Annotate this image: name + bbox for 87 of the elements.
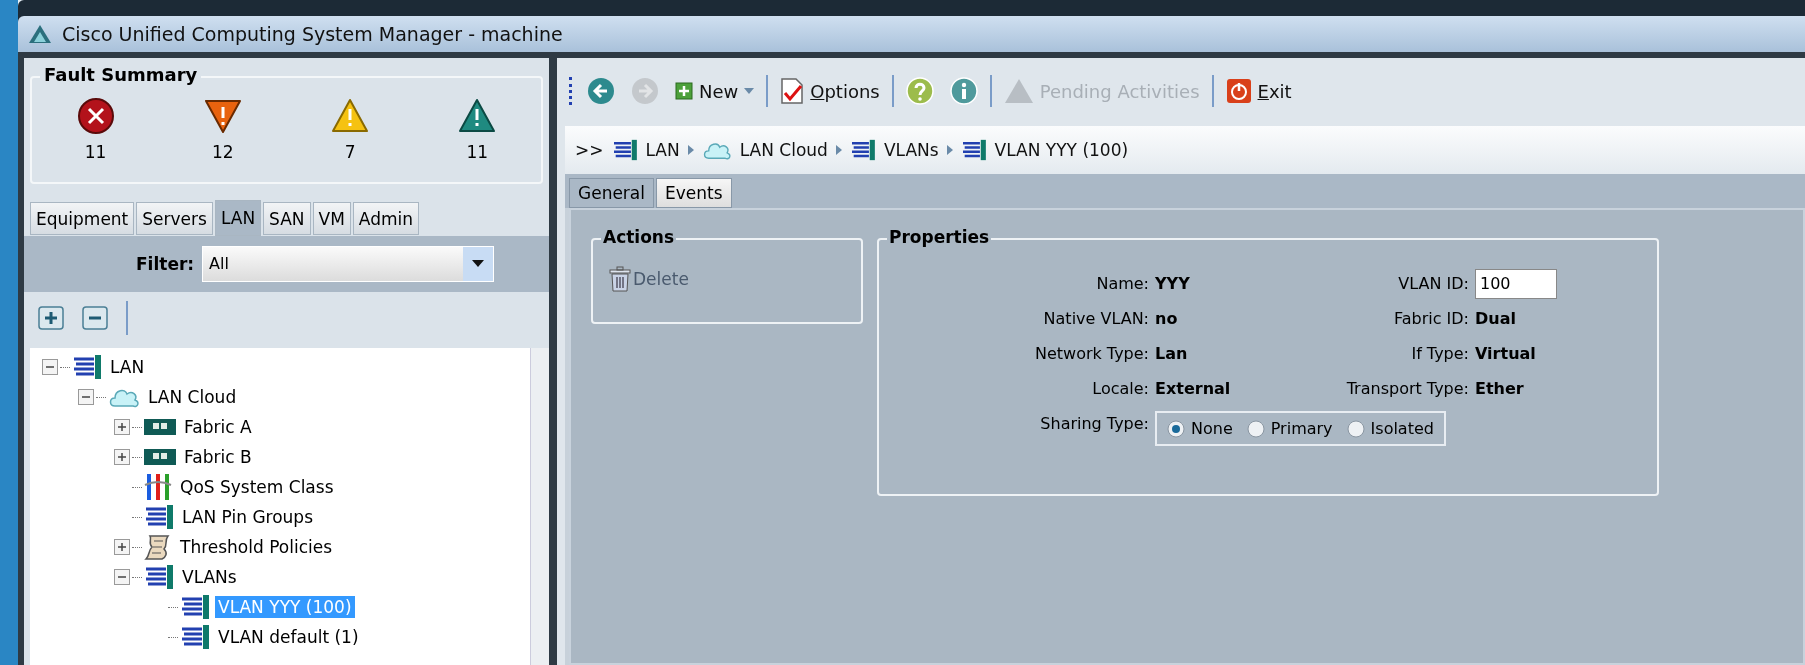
list-icon bbox=[144, 564, 174, 590]
property-value: Virtual bbox=[1475, 344, 1536, 363]
chevron-icon bbox=[835, 145, 842, 155]
exit-button[interactable]: Exit bbox=[1221, 76, 1296, 106]
network-card-icon bbox=[144, 418, 176, 436]
expand-toggle-icon[interactable] bbox=[114, 419, 130, 435]
chevron-icon bbox=[946, 145, 953, 155]
network-card-icon bbox=[144, 448, 176, 466]
trash-icon bbox=[609, 266, 631, 292]
critical-fault-icon[interactable] bbox=[75, 96, 116, 136]
expand-toggle-icon[interactable] bbox=[114, 569, 130, 585]
fault-count: 7 bbox=[344, 142, 356, 162]
breadcrumb-link[interactable]: LAN Cloud bbox=[739, 140, 828, 160]
property-value: Ether bbox=[1475, 379, 1524, 398]
breadcrumb-link[interactable]: LAN bbox=[645, 140, 680, 160]
fault-count: 11 bbox=[466, 142, 489, 162]
property-label: If Type: bbox=[1410, 344, 1469, 363]
content-tab[interactable]: General bbox=[569, 178, 654, 208]
checked-document-icon bbox=[780, 78, 805, 104]
list-icon bbox=[144, 504, 174, 530]
property-label: Network Type: bbox=[1033, 344, 1149, 363]
plus-icon bbox=[675, 82, 693, 100]
property-label: Locale: bbox=[1091, 379, 1149, 398]
property-value: no bbox=[1155, 309, 1178, 328]
triangle-icon bbox=[1003, 77, 1034, 105]
list-icon bbox=[849, 139, 876, 161]
breadcrumb-prefix: >> bbox=[575, 140, 604, 160]
window-title: Cisco Unified Computing System Manager - machine bbox=[62, 23, 563, 45]
caret-icon bbox=[744, 88, 755, 94]
tree-item[interactable]: Fabric A bbox=[181, 416, 255, 438]
content-tab[interactable]: Events bbox=[656, 178, 732, 208]
scroll-bar[interactable] bbox=[530, 348, 549, 665]
expand-toggle-icon[interactable] bbox=[78, 389, 94, 405]
tree-item[interactable]: LAN Cloud bbox=[145, 386, 240, 408]
fault-summary-title: Fault Summary bbox=[40, 64, 202, 85]
tree-item[interactable]: VLAN default (1) bbox=[215, 626, 362, 648]
nav-tab[interactable]: Admin bbox=[352, 202, 420, 235]
property-label: Transport Type: bbox=[1345, 379, 1469, 398]
nav-tab[interactable]: LAN bbox=[214, 200, 262, 236]
property-label: Native VLAN: bbox=[1042, 309, 1149, 328]
tree-item[interactable]: VLANs bbox=[179, 566, 240, 588]
property-label: VLAN ID: bbox=[1397, 274, 1469, 293]
filter-dropdown[interactable]: All bbox=[202, 246, 495, 282]
fault-count: 11 bbox=[84, 142, 107, 162]
tree-item[interactable]: LAN Pin Groups bbox=[179, 506, 316, 528]
scroll-icon bbox=[144, 533, 172, 561]
property-label: Name: bbox=[1095, 274, 1149, 293]
vlan-id-field[interactable]: 100 bbox=[1475, 268, 1557, 299]
list-icon bbox=[611, 139, 638, 161]
property-value: External bbox=[1155, 379, 1231, 398]
tree-item[interactable]: LAN bbox=[107, 356, 148, 378]
properties-title: Properties bbox=[887, 227, 992, 247]
pyramid-icon bbox=[28, 24, 52, 44]
breadcrumb-link[interactable]: VLANs bbox=[883, 140, 939, 160]
list-icon bbox=[180, 624, 210, 650]
collapse-all-icon[interactable] bbox=[82, 306, 108, 330]
tree-item[interactable]: Threshold Policies bbox=[177, 536, 336, 558]
property-label: Fabric ID: bbox=[1392, 309, 1469, 328]
list-icon bbox=[180, 594, 210, 620]
nav-tab[interactable]: SAN bbox=[263, 202, 311, 235]
tree-item[interactable]: QoS System Class bbox=[177, 476, 337, 498]
expand-all-icon[interactable] bbox=[38, 306, 64, 330]
property-value: Dual bbox=[1475, 309, 1516, 328]
expand-toggle-icon[interactable] bbox=[42, 359, 58, 375]
chevron-icon bbox=[687, 145, 694, 155]
bars-icon bbox=[144, 473, 172, 501]
breadcrumb-link[interactable]: VLAN YYY (100) bbox=[994, 140, 1129, 160]
property-value: Lan bbox=[1155, 344, 1188, 363]
nav-tab[interactable]: Equipment bbox=[30, 202, 135, 235]
expand-toggle-icon[interactable] bbox=[114, 449, 130, 465]
radio-option[interactable]: Isolated bbox=[1346, 419, 1434, 438]
filter-label: Filter: bbox=[136, 254, 195, 274]
nav-tab[interactable]: VM bbox=[312, 202, 351, 235]
new-button[interactable]: New bbox=[671, 78, 759, 104]
dropdown-arrow-icon bbox=[472, 260, 485, 268]
radio-option[interactable]: Primary bbox=[1246, 419, 1333, 438]
expand-toggle-icon[interactable] bbox=[114, 539, 130, 555]
fault-count: 12 bbox=[212, 142, 234, 162]
property-label: Sharing Type: bbox=[1039, 414, 1149, 433]
radio-option[interactable]: None bbox=[1167, 419, 1233, 438]
nav-tab[interactable]: Servers bbox=[136, 202, 213, 235]
options-button[interactable]: Options bbox=[776, 76, 884, 106]
tree-item[interactable]: Fabric B bbox=[181, 446, 255, 468]
power-icon bbox=[1225, 78, 1252, 104]
list-icon bbox=[72, 354, 102, 380]
list-icon bbox=[960, 139, 987, 161]
property-value: YYY bbox=[1155, 274, 1190, 293]
